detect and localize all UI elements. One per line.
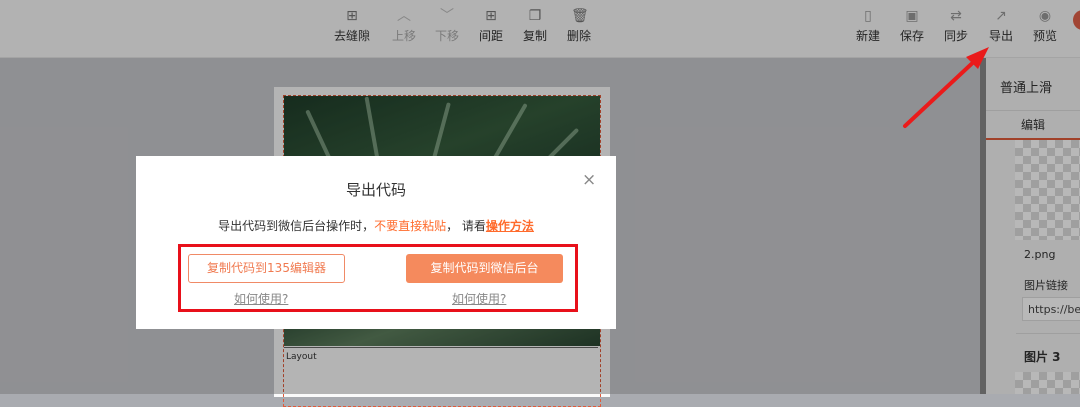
annotation-arrow <box>903 47 989 128</box>
